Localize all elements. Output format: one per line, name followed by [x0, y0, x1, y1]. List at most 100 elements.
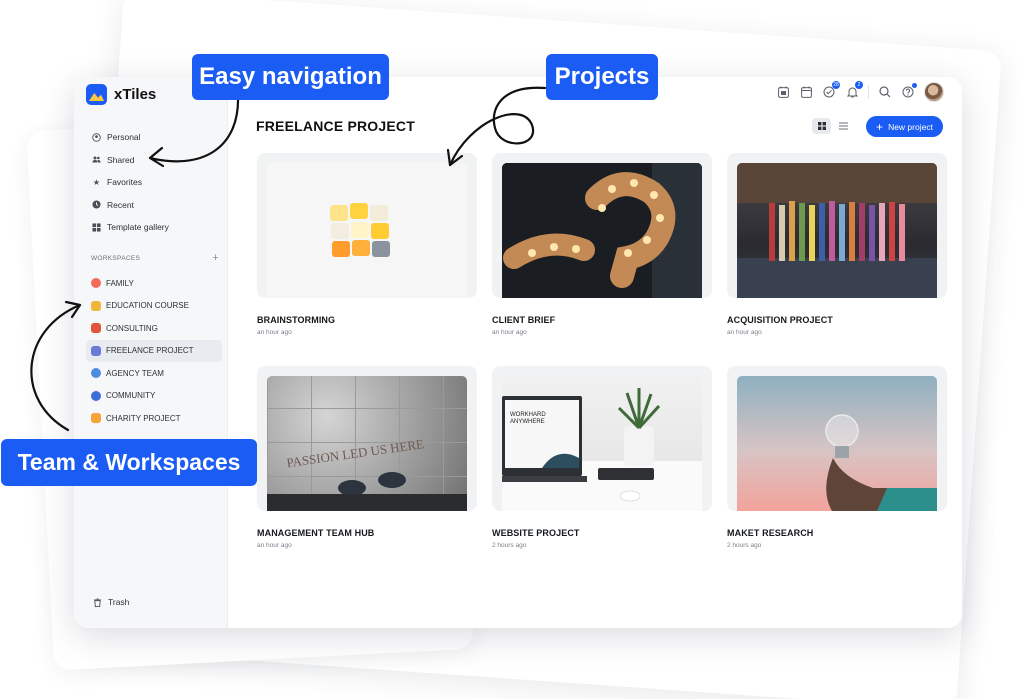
cube-face [371, 223, 389, 239]
cube-face [372, 241, 390, 257]
cube-face [351, 222, 369, 238]
workspace-item-agency-team[interactable]: AGENCY TEAM [86, 362, 222, 385]
sidebar-item-favorites[interactable]: ★ Favorites [92, 171, 169, 194]
project-thumbnail: WORKHARD ANYWHERE [492, 366, 712, 511]
app-window: xTiles Personal Shared ★ Favorites Recen… [74, 77, 962, 628]
project-thumbnail: PASSION LED US HERE [257, 366, 477, 511]
workspace-label: FAMILY [106, 278, 134, 288]
help-indicator-dot [912, 83, 917, 88]
callout-projects: Projects [546, 54, 658, 100]
app-name: xTiles [114, 86, 157, 103]
tasks-check-icon[interactable]: 28 [822, 81, 840, 99]
question-mark-sign-image [502, 163, 702, 298]
cube-face [330, 205, 348, 221]
view-toggle [812, 118, 853, 134]
cube-face [331, 223, 349, 239]
light-bulb-image [737, 376, 937, 511]
clock-icon [92, 200, 101, 209]
project-card[interactable]: MAKET RESEARCH 2 hours ago [727, 366, 947, 549]
sidebar-item-recent[interactable]: Recent [92, 194, 169, 217]
callout-team-workspaces: Team & Workspaces [1, 439, 257, 486]
bulb-scene [825, 414, 937, 511]
new-project-button[interactable]: + New project [866, 116, 943, 137]
workspace-item-community[interactable]: COMMUNITY [86, 385, 222, 408]
top-toolbar: 28 2 [776, 81, 944, 102]
project-thumbnail [492, 153, 712, 298]
project-name: BRAINSTORMING [257, 315, 336, 325]
project-card[interactable]: CLIENT BRIEF an hour ago [492, 153, 712, 336]
workspace-item-education-course[interactable]: EDUCATION COURSE [86, 295, 222, 318]
plus-icon: + [876, 119, 884, 134]
workspace-label: CONSULTING [106, 323, 158, 333]
sidebar-item-shared[interactable]: Shared [92, 149, 169, 172]
toolbar-divider [868, 85, 869, 99]
calendar-day-icon[interactable] [776, 85, 790, 99]
help-icon[interactable] [901, 83, 917, 99]
grid-icon [92, 223, 101, 232]
cube-face [332, 241, 350, 257]
project-card[interactable]: WORKHARD ANYWHERE WEBSITE PROJECT 2 hour… [492, 366, 712, 549]
project-timestamp: an hour ago [257, 542, 292, 549]
floor-scene: PASSION LED US HERE [267, 436, 467, 511]
workspace-label: EDUCATION COURSE [106, 301, 189, 311]
sidebar-item-label: Favorites [107, 177, 142, 188]
grid-view-icon[interactable] [812, 118, 831, 134]
project-thumbnail [727, 153, 947, 298]
laptop-text-line1: WORKHARD [510, 412, 546, 418]
sidebar-nav: Personal Shared ★ Favorites Recent Templ… [92, 126, 169, 239]
project-card[interactable]: ACQUISITION PROJECT an hour ago [727, 153, 947, 336]
workspace-item-consulting[interactable]: CONSULTING [86, 317, 222, 340]
project-timestamp: 2 hours ago [727, 542, 762, 549]
workspaces-heading: WORKSPACES [91, 255, 141, 262]
sidebar-item-template-gallery[interactable]: Template gallery [92, 216, 169, 239]
workspace-emoji-icon [91, 368, 101, 379]
xtiles-logo-icon [86, 84, 107, 105]
project-timestamp: 2 hours ago [492, 542, 527, 549]
search-icon[interactable] [878, 85, 892, 99]
workspace-item-charity-project[interactable]: CHARITY PROJECT [86, 407, 222, 430]
workspace-item-family[interactable]: FAMILY [86, 272, 222, 295]
sidebar-item-personal[interactable]: Personal [92, 126, 169, 149]
crayon-row [737, 163, 937, 298]
list-view-icon[interactable] [834, 118, 853, 134]
project-name: WEBSITE PROJECT [492, 528, 580, 538]
workspace-emoji-icon [91, 300, 101, 311]
project-name: MANAGEMENT TEAM HUB [257, 528, 375, 538]
workspace-label: FREELANCE PROJECT [106, 346, 194, 356]
bell-icon[interactable]: 2 [845, 81, 863, 99]
workspace-label: COMMUNITY [106, 391, 156, 401]
workspace-emoji-icon [91, 390, 101, 401]
workspace-item-freelance-project[interactable]: FREELANCE PROJECT [86, 339, 222, 362]
app-logo[interactable]: xTiles [86, 84, 156, 105]
trash-label: Trash [108, 597, 130, 607]
user-avatar[interactable] [924, 82, 944, 102]
sidebar-item-trash[interactable]: Trash [93, 597, 129, 607]
add-workspace-icon[interactable]: + [212, 253, 219, 264]
workspace-label: CHARITY PROJECT [106, 413, 181, 423]
sidebar-item-label: Recent [107, 199, 134, 210]
star-icon: ★ [92, 177, 101, 187]
lit-question-mark [502, 163, 702, 298]
calendar-icon[interactable] [799, 85, 813, 99]
workspace-list: FAMILY EDUCATION COURSE CONSULTING FREEL… [86, 272, 222, 430]
project-name: MAKET RESEARCH [727, 528, 814, 538]
passion-floor-image: PASSION LED US HERE [267, 376, 467, 511]
laptop-desk-image: WORKHARD ANYWHERE [502, 376, 702, 511]
user-circle-icon [92, 133, 101, 142]
project-timestamp: an hour ago [492, 329, 527, 336]
workspace-label: AGENCY TEAM [106, 368, 164, 378]
laptop-text-line2: ANYWHERE [510, 419, 545, 425]
workspace-emoji-icon [91, 278, 101, 289]
floor-text: PASSION LED US HERE [286, 436, 425, 470]
marketing-canvas: xTiles Personal Shared ★ Favorites Recen… [0, 0, 1024, 699]
sidebar-item-label: Template gallery [107, 222, 169, 233]
tasks-count-badge: 28 [832, 81, 840, 89]
workspaces-header: WORKSPACES + [91, 253, 219, 264]
desk-scene: WORKHARD ANYWHERE [502, 388, 702, 511]
workspace-emoji-icon [91, 323, 101, 334]
project-timestamp: an hour ago [727, 329, 762, 336]
project-card[interactable]: BRAINSTORMING an hour ago [257, 153, 477, 336]
project-thumbnail [257, 153, 477, 298]
project-card[interactable]: PASSION LED US HERE MANAGEMENT TEAM HUB … [257, 366, 477, 549]
cube-face [352, 240, 370, 256]
